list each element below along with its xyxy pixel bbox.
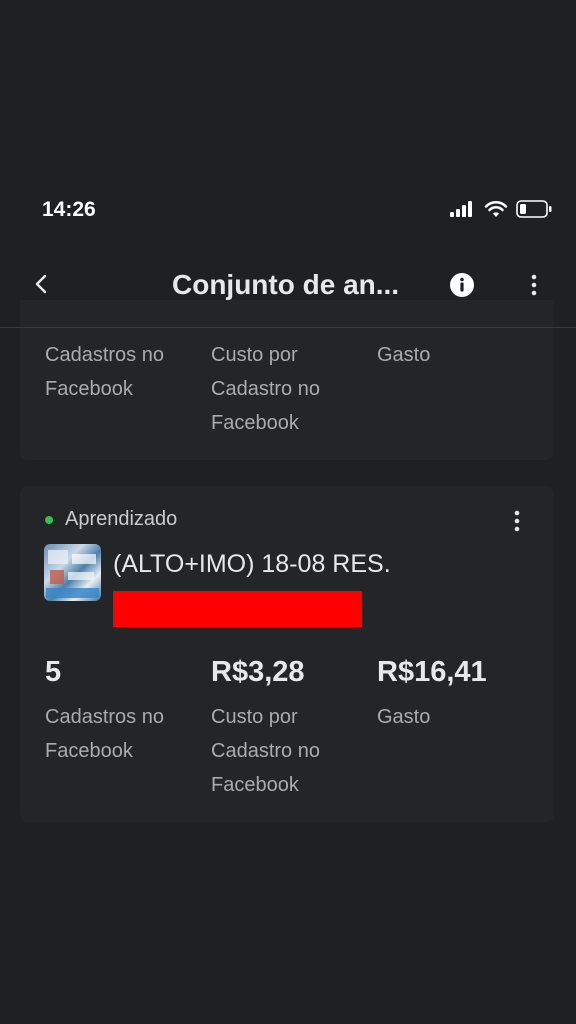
- redaction-block: [113, 591, 362, 627]
- delivery-status: Aprendizado: [65, 508, 178, 530]
- metric-label-leads: Cadastros no Facebook: [45, 344, 164, 400]
- chevron-left-icon[interactable]: [28, 269, 58, 299]
- battery-icon: [516, 200, 552, 218]
- status-dot: [45, 516, 53, 524]
- metric-label-cost-per-lead: Custo por Cadastro no Facebook: [211, 344, 320, 434]
- metric-label-spend: Gasto: [377, 706, 431, 728]
- metric-label-spend: Gasto: [377, 344, 431, 366]
- ad-thumbnail: [44, 544, 101, 601]
- ad-name: (ALTO+IMO) 18-08 RES.: [113, 550, 391, 578]
- ad-card-previous[interactable]: Cadastros no Facebook Custo por Cadastro…: [20, 300, 554, 460]
- metric-value-cost-per-lead: R$3,28: [211, 656, 305, 688]
- wifi-icon: [484, 201, 508, 217]
- header-divider: [0, 327, 576, 328]
- status-icons: [450, 200, 552, 218]
- status-bar: 14:26: [0, 190, 576, 230]
- metric-value-leads: 5: [45, 656, 62, 688]
- more-vertical-icon[interactable]: [524, 272, 544, 298]
- metric-label-leads: Cadastros no Facebook: [45, 706, 164, 762]
- status-time: 14:26: [42, 198, 96, 221]
- info-icon[interactable]: [449, 272, 475, 298]
- page-title: Conjunto de an...: [172, 269, 400, 300]
- signal-icon: [450, 201, 472, 217]
- metric-value-spend: R$16,41: [377, 656, 487, 688]
- metric-label-cost-per-lead: Custo por Cadastro no Facebook: [211, 706, 320, 796]
- ad-card[interactable]: Aprendizado (ALTO+IMO) 18-08 RES. 5 R$3,…: [20, 486, 554, 822]
- more-vertical-icon[interactable]: [507, 508, 527, 534]
